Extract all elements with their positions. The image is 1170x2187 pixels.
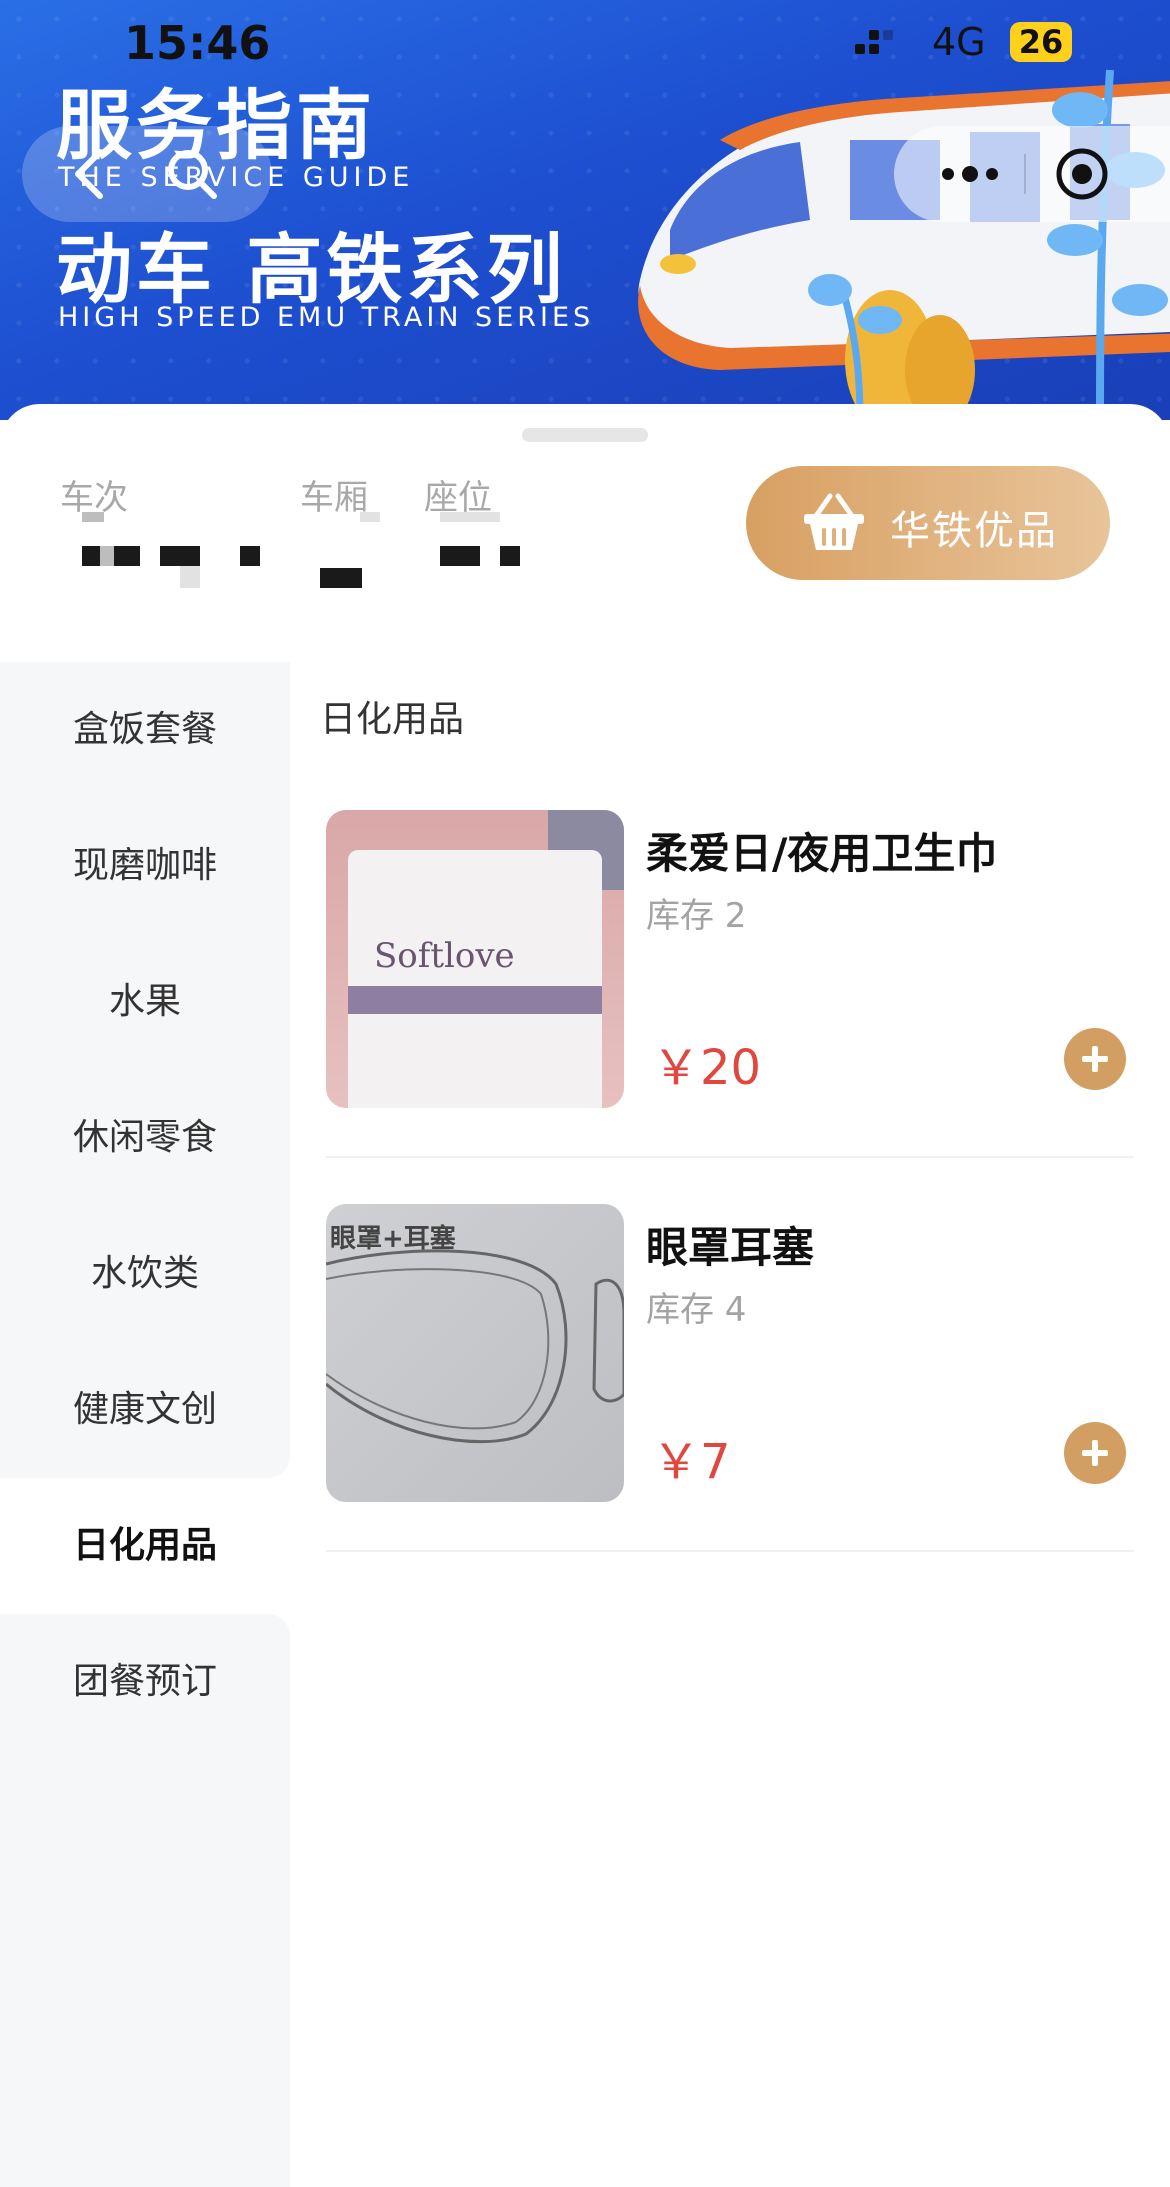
shop-button-label: 华铁优品	[890, 508, 1058, 554]
sidebar-item-health-creative[interactable]: 健康文创	[0, 1342, 290, 1478]
product-stock: 库存 2	[646, 896, 747, 936]
eye-mask-sketch	[326, 1249, 624, 1444]
product-image[interactable]: Softlove	[326, 810, 624, 1108]
product-stock: 库存 4	[646, 1290, 747, 1330]
product-card[interactable]: 眼罩+耳塞 眼罩耳塞 库存 4 ￥7	[326, 1204, 1134, 1598]
signal-icon	[855, 30, 895, 66]
capsule-divider	[1024, 154, 1026, 194]
sidebar-item-drinks[interactable]: 水饮类	[0, 1206, 290, 1342]
product-price: ￥7	[652, 1434, 731, 1490]
add-icon[interactable]	[1064, 1028, 1126, 1090]
sidebar-item-boxed-meals[interactable]: 盒饭套餐	[0, 662, 290, 798]
sidebar-filler-bottom	[0, 1886, 290, 2187]
sidebar-item-snacks[interactable]: 休闲零食	[0, 1070, 290, 1206]
carriage-label: 车厢	[300, 478, 368, 518]
package-body	[348, 850, 602, 1108]
leaf-decoration-2	[808, 274, 902, 420]
more-icon[interactable]	[930, 146, 1010, 202]
product-image[interactable]: 眼罩+耳塞	[326, 1204, 624, 1502]
product-price: ￥20	[652, 1040, 762, 1096]
category-sidebar: 盒饭套餐 现磨咖啡 水果 休闲零食 水饮类 健康文创 日化用品 团餐预订	[0, 662, 290, 2187]
battery-level: 26	[1010, 22, 1072, 62]
sidebar-filler	[0, 1750, 290, 1886]
sidebar-item-coffee[interactable]: 现磨咖啡	[0, 798, 290, 934]
section-title: 日化用品	[320, 699, 465, 740]
basket-icon	[804, 493, 864, 550]
product-divider	[326, 1156, 1134, 1158]
drag-handle[interactable]	[522, 428, 648, 442]
nav-left-capsule	[22, 126, 272, 222]
product-name: 眼罩耳塞	[646, 1223, 815, 1272]
sidebar-item-group-meals[interactable]: 团餐预订	[0, 1614, 290, 1750]
search-icon[interactable]	[162, 144, 222, 204]
add-icon[interactable]	[1064, 1422, 1126, 1484]
target-icon[interactable]	[1054, 146, 1110, 202]
product-name: 柔爱日/夜用卫生巾	[646, 829, 998, 878]
sidebar-item-daily-goods[interactable]: 日化用品	[0, 1478, 290, 1614]
back-icon[interactable]	[62, 144, 122, 204]
network-type: 4G	[932, 20, 986, 64]
leaf-decoration	[1047, 69, 1168, 420]
brand-logo: Softlove	[374, 936, 515, 976]
nav-right-capsule	[894, 126, 1170, 222]
huatie-shop-button[interactable]: 华铁优品	[746, 466, 1110, 580]
package-strip	[348, 986, 602, 1014]
product-card[interactable]: Softlove 柔爱日/夜用卫生巾 库存 2 ￥20	[326, 810, 1134, 1204]
status-time: 15:46	[124, 16, 271, 70]
sidebar-item-fruit[interactable]: 水果	[0, 934, 290, 1070]
banner-series-subtitle: HIGH SPEED EMU TRAIN SERIES	[58, 302, 595, 333]
product-divider	[326, 1550, 1134, 1552]
